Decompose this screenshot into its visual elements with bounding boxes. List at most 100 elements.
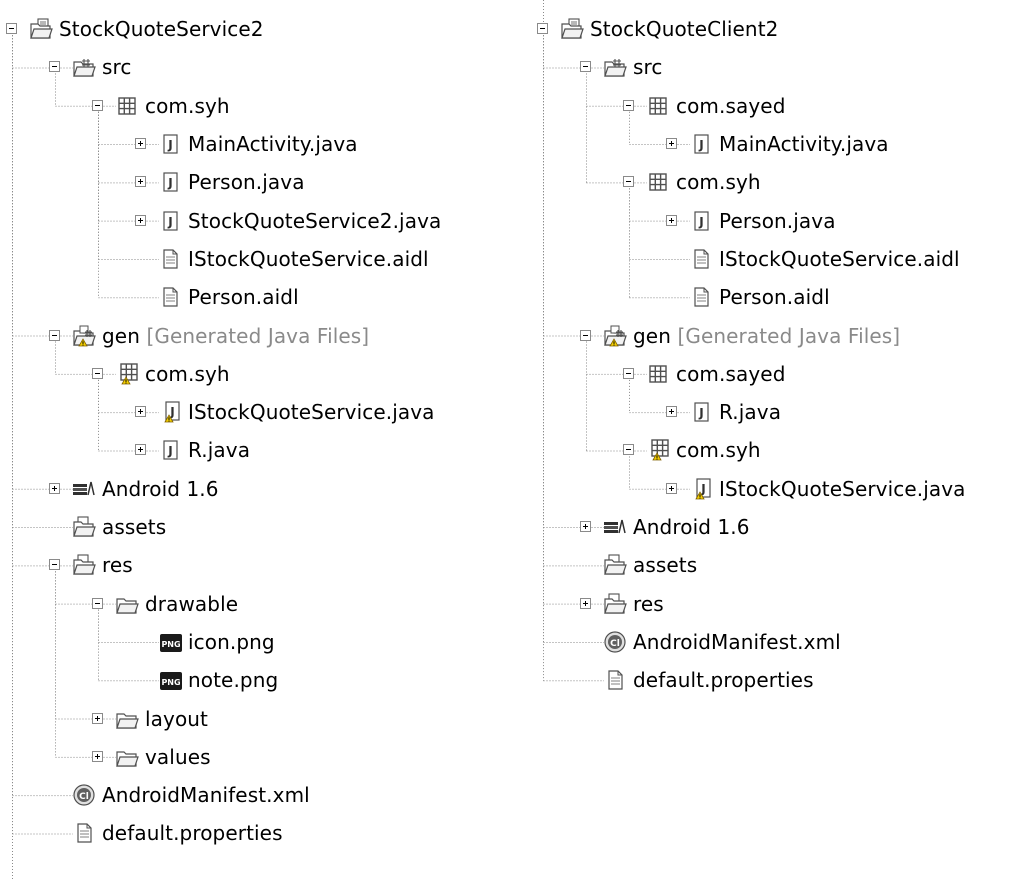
java-file-icon: J: [689, 132, 713, 156]
tree-item-package[interactable]: com.syh: [92, 87, 565, 125]
svg-text:Cl: Cl: [79, 792, 89, 802]
expand-icon[interactable]: [666, 406, 677, 418]
tree-item-package[interactable]: com.sayed: [623, 87, 1029, 125]
tree-item-label: Person.aidl: [188, 285, 299, 310]
manifest-icon: Cl: [72, 783, 96, 807]
text-file-icon: [689, 285, 713, 309]
tree-item-res[interactable]: res: [49, 546, 522, 584]
project-explorer: StockQuoteService2 src com.syh J MainActivit…: [0, 0, 1029, 880]
png-file-icon: PNG: [158, 668, 182, 692]
tree-item-library[interactable]: Android 1.6: [49, 470, 522, 508]
tree-item-manifest[interactable]: Cl AndroidManifest.xml: [580, 623, 1029, 661]
tree-item-java-file[interactable]: J Person.java: [135, 163, 608, 201]
collapse-icon[interactable]: [580, 329, 591, 341]
expand-icon[interactable]: [580, 521, 591, 533]
expand-icon[interactable]: [135, 444, 146, 456]
expand-icon[interactable]: [580, 597, 591, 609]
tree-item-res[interactable]: res: [580, 585, 1029, 623]
tree-item-java-file[interactable]: J R.java: [666, 393, 1029, 431]
expand-icon[interactable]: [666, 482, 677, 494]
project-stockquoteservice2[interactable]: StockQuoteService2: [6, 10, 479, 48]
collapse-icon[interactable]: [49, 61, 60, 73]
tree-item-gen[interactable]: gen [Generated Java Files]: [580, 317, 1029, 355]
expand-icon[interactable]: [666, 214, 677, 226]
tree-item-aidl-file[interactable]: Person.aidl: [135, 278, 608, 316]
tree-item-src[interactable]: src: [49, 48, 522, 86]
java-file-icon: J: [689, 209, 713, 233]
package-icon: [646, 170, 670, 194]
collapse-icon[interactable]: [580, 61, 591, 73]
tree-item-label: Person.java: [188, 170, 305, 195]
tree-item-package[interactable]: com.syh: [623, 431, 1029, 469]
tree-item-label: res: [102, 553, 133, 578]
collapse-icon[interactable]: [623, 444, 634, 456]
tree-item-package[interactable]: com.syh: [92, 355, 565, 393]
tree-item-values[interactable]: values: [92, 738, 565, 776]
expand-icon[interactable]: [135, 406, 146, 418]
tree-item-drawable[interactable]: drawable: [92, 585, 565, 623]
text-file-icon: [158, 247, 182, 271]
folder-icon: [115, 745, 139, 769]
tree-item-java-file[interactable]: J IStockQuoteService.java: [666, 470, 1029, 508]
expand-icon[interactable]: [92, 750, 103, 762]
tree-item-label: MainActivity.java: [719, 132, 889, 157]
tree-item-label: Android 1.6: [633, 515, 750, 540]
tree-item-aidl-file[interactable]: IStockQuoteService.aidl: [666, 240, 1029, 278]
collapse-icon[interactable]: [537, 23, 548, 35]
tree-item-gen[interactable]: gen [Generated Java Files]: [49, 317, 522, 355]
collapse-icon[interactable]: [92, 367, 103, 379]
collapse-icon[interactable]: [623, 367, 634, 379]
tree-item-aidl-file[interactable]: IStockQuoteService.aidl: [135, 240, 608, 278]
collapse-icon[interactable]: [49, 329, 60, 341]
project-stockquoteclient2[interactable]: StockQuoteClient2: [537, 10, 1010, 48]
collapse-icon[interactable]: [623, 99, 634, 111]
expand-icon[interactable]: [135, 214, 146, 226]
tree-item-label: default.properties: [102, 821, 283, 846]
java-file-icon: J: [689, 400, 713, 424]
project-icon: [29, 17, 53, 41]
collapse-icon[interactable]: [6, 23, 17, 35]
tree-item-label: IStockQuoteService.aidl: [188, 246, 429, 271]
tree-item-assets[interactable]: assets: [580, 546, 1029, 584]
tree-item-label: res: [633, 591, 664, 616]
decoration-label: [Generated Java Files]: [677, 323, 901, 348]
tree-item-java-file[interactable]: J MainActivity.java: [135, 125, 608, 163]
gen-folder-icon: [603, 324, 627, 348]
decoration-label: [Generated Java Files]: [146, 323, 370, 348]
tree-item-label: com.syh: [676, 438, 761, 463]
collapse-icon[interactable]: [92, 99, 103, 111]
tree-item-library[interactable]: Android 1.6: [580, 508, 1029, 546]
tree-item-label: com.syh: [676, 170, 761, 195]
tree-item-label: R.java: [719, 400, 782, 425]
expand-icon[interactable]: [135, 176, 146, 188]
tree-item-label: src: [102, 55, 132, 80]
expand-icon[interactable]: [92, 712, 103, 724]
expand-icon[interactable]: [666, 138, 677, 150]
source-folder-icon: [603, 55, 627, 79]
tree-item-png-file[interactable]: PNG icon.png: [135, 623, 608, 661]
package-icon: [115, 94, 139, 118]
tree-item-label: StockQuoteService2.java: [188, 208, 442, 233]
tree-item-label: StockQuoteService2: [59, 17, 264, 42]
tree-item-properties[interactable]: default.properties: [580, 661, 1029, 699]
tree-item-layout[interactable]: layout: [92, 700, 565, 738]
expand-icon[interactable]: [135, 138, 146, 150]
collapse-icon[interactable]: [623, 176, 634, 188]
tree-item-package[interactable]: com.sayed: [623, 355, 1029, 393]
tree-item-aidl-file[interactable]: Person.aidl: [666, 278, 1029, 316]
tree-item-java-file[interactable]: J StockQuoteService2.java: [135, 202, 608, 240]
collapse-icon[interactable]: [49, 559, 60, 571]
tree-item-java-file[interactable]: J R.java: [135, 431, 608, 469]
tree-item-label: com.sayed: [676, 361, 786, 386]
tree-item-properties[interactable]: default.properties: [49, 814, 522, 852]
tree-item-src[interactable]: src: [580, 48, 1029, 86]
tree-item-assets[interactable]: assets: [49, 508, 522, 546]
tree-item-java-file[interactable]: J IStockQuoteService.java: [135, 393, 608, 431]
tree-item-package[interactable]: com.syh: [623, 163, 1029, 201]
tree-item-java-file[interactable]: J Person.java: [666, 202, 1029, 240]
tree-item-java-file[interactable]: J MainActivity.java: [666, 125, 1029, 163]
tree-item-png-file[interactable]: PNG note.png: [135, 661, 608, 699]
collapse-icon[interactable]: [92, 597, 103, 609]
expand-icon[interactable]: [49, 482, 60, 494]
tree-item-manifest[interactable]: Cl AndroidManifest.xml: [49, 776, 522, 814]
